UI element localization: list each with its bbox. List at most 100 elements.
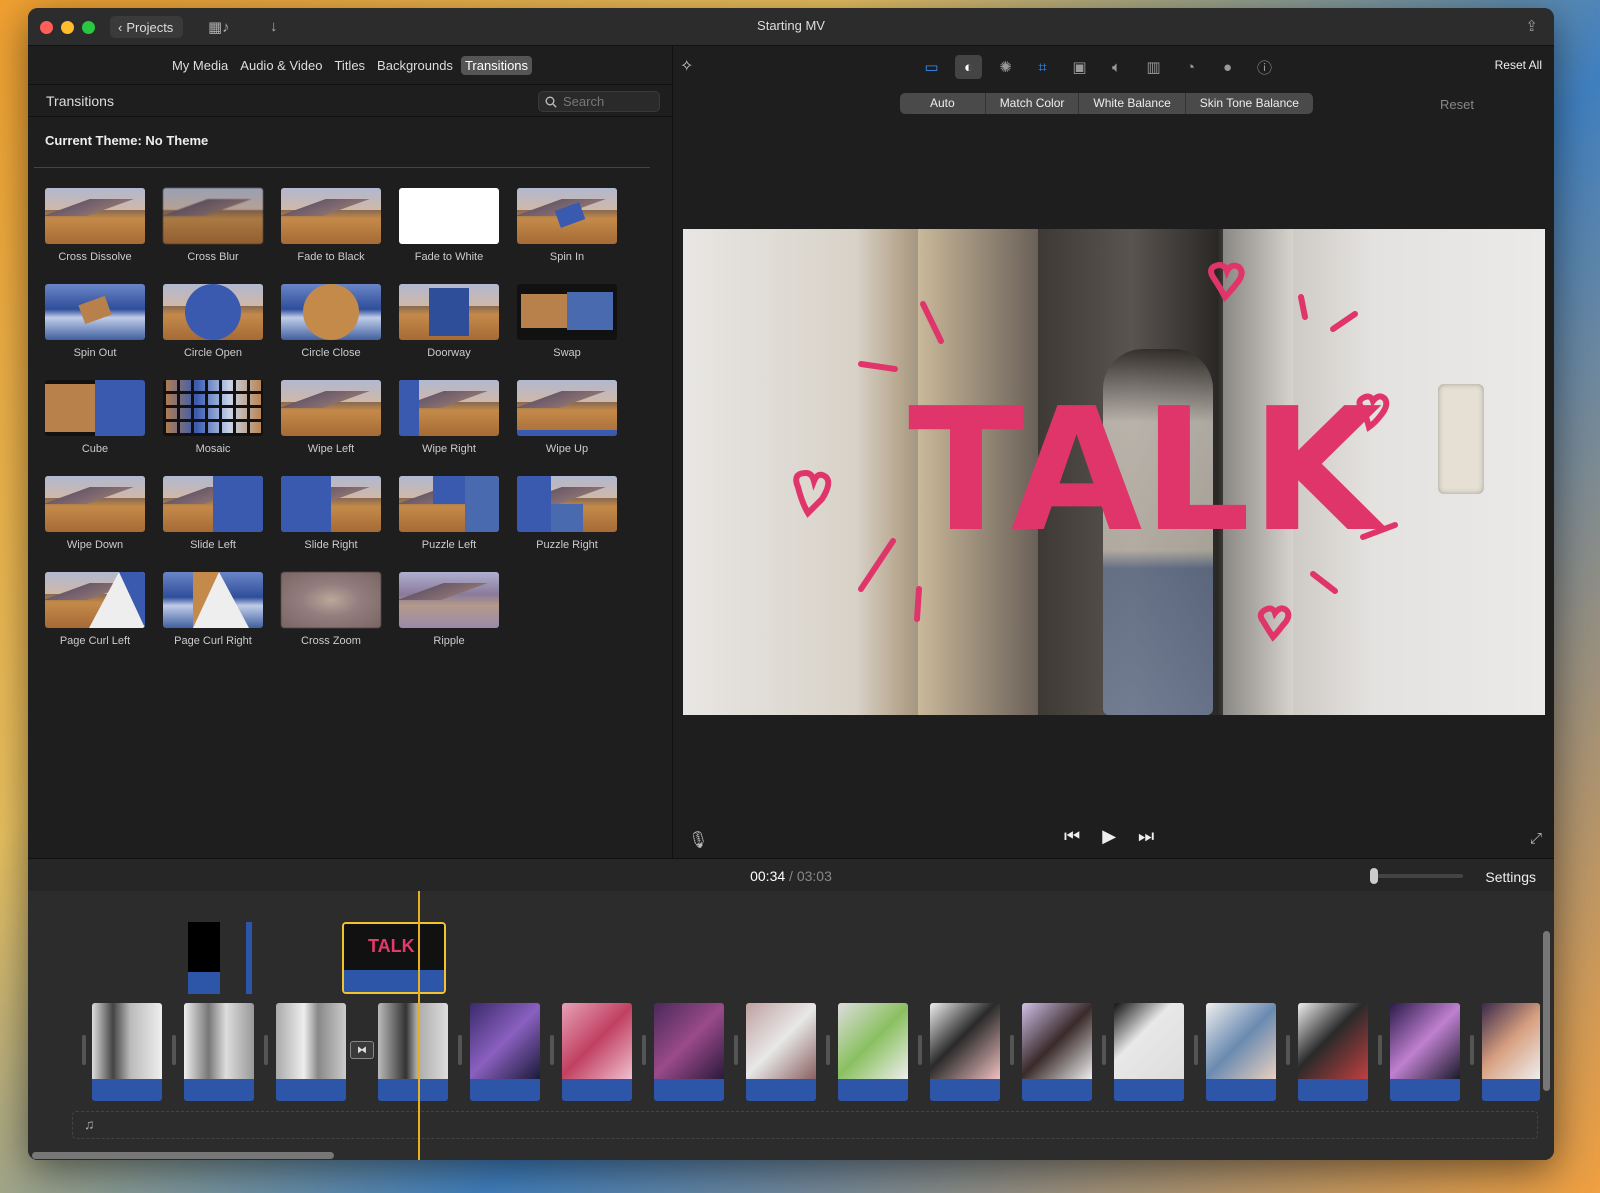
transition-slide-left[interactable]: Slide Left xyxy=(163,476,263,551)
transition-page-curl-left[interactable]: Page Curl Left xyxy=(45,572,145,647)
transition-fade-to-black[interactable]: Fade to Black xyxy=(281,188,381,263)
connected-clip-sliver[interactable] xyxy=(246,922,252,994)
transition-spin-in[interactable]: Spin In xyxy=(517,188,617,263)
transition-mosaic[interactable]: Mosaic xyxy=(163,380,263,455)
transition-label: Swap xyxy=(553,347,581,359)
reset-all-button[interactable]: Reset All xyxy=(1495,58,1542,72)
timeline-zoom-slider[interactable] xyxy=(1370,868,1463,884)
microphone-icon[interactable]: 🎙︎ xyxy=(688,830,708,850)
transition-thumbnail xyxy=(517,476,617,532)
transition-page-curl-right[interactable]: Page Curl Right xyxy=(163,572,263,647)
transition-circle-close[interactable]: Circle Close xyxy=(281,284,381,359)
vertical-scrollbar[interactable] xyxy=(1543,931,1550,1091)
transition-wipe-left[interactable]: Wipe Left xyxy=(281,380,381,455)
play-icon[interactable]: ▶ xyxy=(1102,826,1116,847)
timeline-clip[interactable] xyxy=(1298,1003,1368,1101)
skip-forward-icon[interactable]: ⏭ xyxy=(1138,826,1154,847)
timeline-track-area[interactable]: TALK ⧓ ♫ xyxy=(28,891,1554,1160)
crop-frame-icon[interactable]: ▭ xyxy=(918,55,945,79)
transition-label: Puzzle Left xyxy=(421,539,477,551)
music-track[interactable] xyxy=(72,1111,1538,1139)
imovie-window: ‹ Projects ▦♪ ↓ Starting MV ⇪ My Media A… xyxy=(28,8,1554,1160)
tab-my-media[interactable]: My Media xyxy=(168,56,232,75)
transition-label: Page Curl Left xyxy=(59,635,131,647)
timeline-clip[interactable] xyxy=(1482,1003,1540,1101)
transition-doorway[interactable]: Doorway xyxy=(399,284,499,359)
transition-cross-zoom[interactable]: Cross Zoom xyxy=(281,572,381,647)
match-color-button[interactable]: Match Color xyxy=(986,93,1080,114)
transition-swap[interactable]: Swap xyxy=(517,284,617,359)
skin-tone-balance-button[interactable]: Skin Tone Balance xyxy=(1186,93,1313,114)
tab-titles[interactable]: Titles xyxy=(330,56,369,75)
playhead[interactable] xyxy=(418,891,420,1160)
transition-spin-out[interactable]: Spin Out xyxy=(45,284,145,359)
timeline-clip[interactable] xyxy=(654,1003,724,1101)
transition-thumbnail xyxy=(281,572,381,628)
search-box[interactable] xyxy=(538,91,660,112)
transition-fade-to-white[interactable]: Fade to White xyxy=(399,188,499,263)
volume-icon[interactable]: 🔈︎ xyxy=(1103,55,1130,79)
magic-wand-icon[interactable]: ✧ xyxy=(680,56,693,76)
timeline-clip[interactable] xyxy=(746,1003,816,1101)
tab-backgrounds[interactable]: Backgrounds xyxy=(373,56,457,75)
timeline-clip[interactable] xyxy=(562,1003,632,1101)
search-input[interactable] xyxy=(563,94,653,109)
title-clip-text: TALK xyxy=(368,936,415,956)
crop-icon[interactable]: ⌗ xyxy=(1029,55,1056,79)
timeline-clip[interactable] xyxy=(184,1003,254,1101)
transition-cross-dissolve[interactable]: Cross Dissolve xyxy=(45,188,145,263)
timeline-clip[interactable] xyxy=(276,1003,346,1101)
color-correction-icon[interactable]: ✺ xyxy=(992,55,1019,79)
timeline-clip[interactable] xyxy=(1022,1003,1092,1101)
transition-label: Wipe Down xyxy=(66,539,124,551)
speed-icon[interactable]: ◔ xyxy=(1177,55,1204,79)
reset-button[interactable]: Reset xyxy=(1440,97,1474,112)
white-balance-button[interactable]: White Balance xyxy=(1079,93,1186,114)
transition-wipe-right[interactable]: Wipe Right xyxy=(399,380,499,455)
horizontal-scrollbar[interactable] xyxy=(32,1152,334,1159)
clip-filter-icon[interactable]: ● xyxy=(1214,55,1241,79)
transition-slide-right[interactable]: Slide Right xyxy=(281,476,381,551)
timeline-clip[interactable] xyxy=(838,1003,908,1101)
transition-wipe-down[interactable]: Wipe Down xyxy=(45,476,145,551)
timeline-clip[interactable] xyxy=(930,1003,1000,1101)
video-preview[interactable]: TALK xyxy=(683,229,1545,715)
transition-label: Cube xyxy=(81,443,109,455)
tab-transitions[interactable]: Transitions xyxy=(460,56,533,75)
slider-knob[interactable] xyxy=(1370,868,1378,884)
transition-thumbnail xyxy=(399,476,499,532)
tab-audio-video[interactable]: Audio & Video xyxy=(236,56,326,75)
selected-title-clip[interactable]: TALK xyxy=(342,922,446,994)
transition-cross-blur[interactable]: Cross Blur xyxy=(163,188,263,263)
fullscreen-icon[interactable]: ⤢ xyxy=(1530,830,1542,847)
transition-thumbnail xyxy=(45,188,145,244)
timeline-clip[interactable] xyxy=(470,1003,540,1101)
transition-marker-icon[interactable]: ⧓ xyxy=(350,1041,374,1059)
transition-ripple[interactable]: Ripple xyxy=(399,572,499,647)
info-icon[interactable]: ⓘ xyxy=(1251,55,1278,79)
timeline-clip[interactable] xyxy=(1206,1003,1276,1101)
connected-clip[interactable] xyxy=(188,922,220,994)
transition-thumbnail xyxy=(399,188,499,244)
current-time: 00:34 xyxy=(750,868,786,884)
timeline-clip[interactable] xyxy=(1390,1003,1460,1101)
transition-cube[interactable]: Cube xyxy=(45,380,145,455)
stabilization-icon[interactable]: ▣ xyxy=(1066,55,1093,79)
noise-reduction-icon[interactable]: ▥ xyxy=(1140,55,1167,79)
transition-circle-open[interactable]: Circle Open xyxy=(163,284,263,359)
share-icon[interactable]: ⇪ xyxy=(1525,17,1538,35)
color-balance-icon[interactable]: ◐ xyxy=(955,55,982,79)
transition-puzzle-right[interactable]: Puzzle Right xyxy=(517,476,617,551)
timeline-clip[interactable] xyxy=(1114,1003,1184,1101)
transport-controls: ⏮ ▶ ⏭ xyxy=(1064,826,1154,847)
transition-label: Slide Left xyxy=(190,539,236,551)
transition-wipe-up[interactable]: Wipe Up xyxy=(517,380,617,455)
auto-button[interactable]: Auto xyxy=(900,93,986,114)
transition-thumbnail xyxy=(281,284,381,340)
timeline-clip[interactable] xyxy=(92,1003,162,1101)
timeline-clip[interactable] xyxy=(378,1003,448,1101)
search-icon xyxy=(545,96,557,108)
timeline-settings-button[interactable]: Settings xyxy=(1485,869,1536,885)
skip-back-icon[interactable]: ⏮ xyxy=(1064,826,1080,847)
transition-puzzle-left[interactable]: Puzzle Left xyxy=(399,476,499,551)
